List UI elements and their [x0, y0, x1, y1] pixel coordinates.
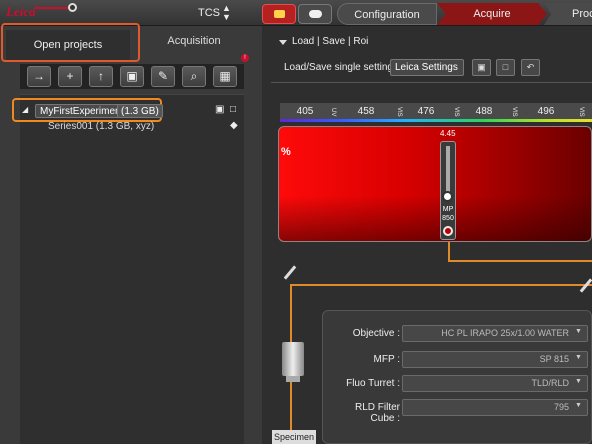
new-project-button[interactable]: + [58, 66, 82, 87]
chevron-down-icon: ▼ [575, 354, 582, 361]
mfp-label: MFP : [373, 354, 400, 365]
fluo-turret-select[interactable]: TLD/RLD [402, 375, 588, 392]
tab-configuration[interactable]: Configuration [337, 3, 437, 25]
save-setting-button[interactable]: ▣ [472, 59, 491, 76]
chevron-down-icon: ▼ [575, 328, 582, 335]
app-window: Leica TCS SP8 ▲▼ Configuration Acquire P… [0, 0, 592, 444]
import-button[interactable]: → [27, 66, 51, 87]
search-button[interactable]: ⌕ [182, 66, 206, 87]
laser-power-panel [278, 126, 592, 242]
save-button[interactable]: ▣ [120, 66, 144, 87]
logo-line [34, 7, 72, 9]
edit-button[interactable]: ✎ [151, 66, 175, 87]
slider-track [446, 146, 450, 194]
expand-arrow-icon[interactable] [279, 40, 287, 45]
beam-path [448, 260, 592, 262]
project-size: (1.3 GB) [117, 104, 163, 118]
notification-icon[interactable]: ! [241, 54, 249, 62]
settings-select[interactable]: Leica Settings [390, 59, 464, 76]
tab-process[interactable]: Proc [544, 3, 592, 25]
delete-project-icon[interactable]: □ [230, 104, 236, 115]
divider [271, 82, 592, 83]
laser-line-label: MP [442, 206, 454, 213]
collapse-triangle-icon[interactable]: ◢ [22, 105, 28, 114]
mfp-select[interactable]: SP 815 [402, 351, 588, 368]
leica-logo: Leica [6, 4, 36, 19]
laser-toggle[interactable] [443, 226, 453, 236]
lsm-mode-button[interactable] [262, 4, 296, 24]
objective-select[interactable]: HC PL IRAPO 25x/1.00 WATER [402, 325, 588, 342]
series-item[interactable]: Series001 (1.3 GB, xyz) [48, 121, 154, 132]
objective-icon [282, 342, 304, 376]
slider-knob[interactable] [442, 191, 453, 202]
grid-view-button[interactable]: ▦ [213, 66, 237, 87]
widefield-mode-button[interactable] [298, 4, 332, 24]
updown-arrow-icon: ▲ ▼ [222, 3, 231, 22]
chevron-down-icon: ▼ [575, 402, 582, 409]
percent-label: % [281, 146, 291, 158]
laser-wavelength: 850 [442, 215, 454, 222]
laser-name: MP 850 [441, 205, 455, 223]
project-name[interactable]: MyFirstExperiment [35, 104, 129, 118]
spectrum-colorbar [280, 119, 592, 122]
rld-filter-label: RLD Filter Cube : [354, 402, 400, 424]
logo-knob-icon [68, 3, 77, 12]
tab-highlight-box [1, 23, 140, 62]
chevron-down-icon: ▼ [575, 378, 582, 385]
objective-label: Objective : [352, 328, 400, 339]
section-header[interactable]: Load | Save | Roi [292, 36, 368, 47]
specimen-label: Specimen [272, 430, 316, 444]
laser-power-value: 4.45 [440, 129, 456, 138]
project-tree [20, 94, 244, 444]
tab-acquisition[interactable]: Acquisition [130, 26, 258, 56]
rld-filter-select[interactable]: 795 [402, 399, 588, 416]
open-folder-button[interactable]: ↑ [89, 66, 113, 87]
tab-acquire[interactable]: Acquire [437, 3, 547, 25]
beam-path [290, 284, 592, 286]
load-save-label: Load/Save single setting : [284, 62, 399, 73]
beam-path [448, 242, 450, 262]
delete-setting-button[interactable]: □ [496, 59, 515, 76]
save-project-icon[interactable]: ▣ [215, 104, 224, 115]
undo-button[interactable]: ↶ [521, 59, 540, 76]
cube-icon[interactable]: ◆ [230, 120, 238, 131]
fluo-turret-label: Fluo Turret : [346, 378, 400, 389]
objective-tip [286, 376, 300, 382]
